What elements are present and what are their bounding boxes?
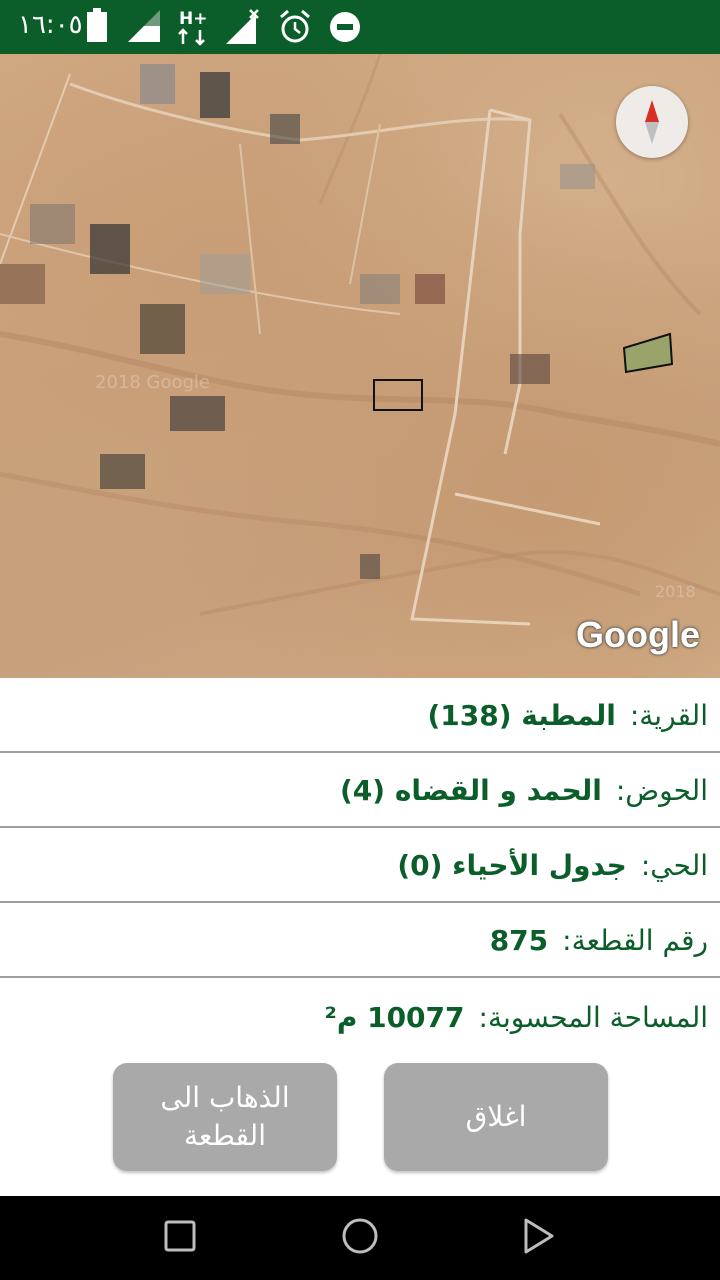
hplus-data-icon: H+ [178,9,207,46]
parcel-number-row: رقم القطعة: 875 [0,903,720,978]
svg-text:H+: H+ [179,9,207,29]
basin-value: الحمد و القضاه (4) [340,774,602,807]
compass-icon [645,100,659,144]
area-unit: م² [324,1001,358,1034]
home-icon[interactable] [338,1214,382,1258]
svg-text:2018: 2018 [655,582,696,601]
google-logo: Google [576,614,700,655]
district-label: الحي: [640,849,708,882]
go-to-parcel-label-line2: القطعة [184,1119,266,1152]
satellite-map[interactable]: 2018 Google 2018 Google [0,54,720,678]
no-signal-icon [226,9,259,44]
area-number: 10077 [367,1001,465,1034]
parcel-info-panel: القرية: المطبة (138) الحوض: الحمد و القضاه… [0,678,720,1058]
navigation-bar [0,1196,720,1280]
status-bar: ١٦:٠٥ H+ [0,0,720,54]
do-not-disturb-icon [330,12,360,42]
battery-icon [87,8,107,42]
village-value: المطبة (138) [427,699,616,732]
area-row: المساحة المحسوبة: 10077 م² [0,978,720,1058]
parcel-number-value: 875 [489,924,549,957]
close-button-label: اغلاق [465,1100,527,1133]
area-label: المساحة المحسوبة: [478,1001,708,1034]
district-row: الحي: جدول الأحياء (0) [0,828,720,903]
signal-icon [128,10,160,42]
parcel-number-label: رقم القطعة: [562,924,708,957]
alarm-icon [280,9,310,43]
village-row: القرية: المطبة (138) [0,678,720,753]
district-value: جدول الأحياء (0) [397,849,627,882]
map-features: 2018 Google 2018 [0,54,720,626]
compass-button[interactable] [616,86,688,158]
recents-icon[interactable] [160,1214,200,1258]
back-icon[interactable] [518,1214,558,1258]
map-watermark-year: 2018 Google [95,372,210,393]
clock: ١٦:٠٥ [18,10,83,40]
basin-label: الحوض: [615,774,708,807]
go-to-parcel-button[interactable]: الذهاب الى القطعة [113,1063,337,1171]
parcel-outline [622,332,674,374]
close-button[interactable]: اغلاق [384,1063,608,1171]
basin-row: الحوض: الحمد و القضاه (4) [0,753,720,828]
village-label: القرية: [629,699,708,732]
go-to-parcel-label-line1: الذهاب الى [160,1081,290,1114]
area-value: 10077 م² [325,1001,465,1034]
